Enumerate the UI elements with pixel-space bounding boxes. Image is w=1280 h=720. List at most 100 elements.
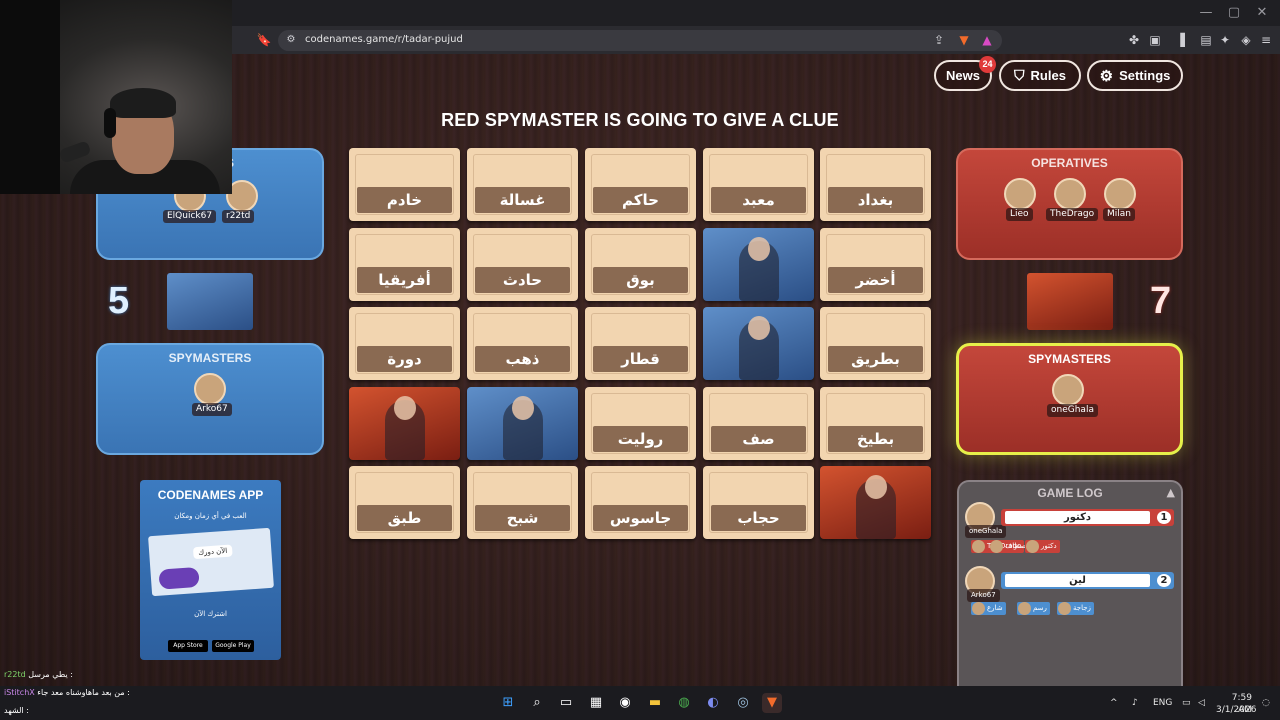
player-name[interactable]: ElQuick67 — [163, 210, 217, 223]
word-card[interactable]: شبح — [467, 466, 578, 539]
news-button[interactable]: News 24 — [934, 56, 996, 91]
word-card[interactable]: حجاب — [703, 466, 814, 539]
chat-user: iStitchX — [4, 688, 35, 697]
word-card[interactable]: بغداد — [820, 148, 931, 221]
word-card[interactable]: ذهب — [467, 307, 578, 380]
word-card[interactable]: معبد — [703, 148, 814, 221]
word-card[interactable]: حاكم — [585, 148, 696, 221]
card-word: ذهب — [475, 346, 570, 372]
discord-icon[interactable]: ◐ — [703, 693, 723, 713]
search-icon[interactable]: ⌕ — [527, 693, 547, 713]
extensions-icon[interactable]: ✤ — [1125, 31, 1143, 49]
close-icon[interactable]: ✕ — [1252, 4, 1272, 22]
chat-line: iStitchX من بعد ماهاوشناه معد جاء : — [4, 687, 130, 698]
collapse-chevron-icon[interactable]: ▲ — [1167, 486, 1175, 499]
minimize-icon[interactable]: — — [1196, 4, 1216, 22]
gear-icon: ⚙ — [1099, 67, 1114, 85]
app-store-badge[interactable]: App Store — [168, 640, 208, 652]
menu-icon[interactable]: ≡ — [1257, 31, 1275, 49]
word-card[interactable]: بوق — [585, 228, 696, 301]
agent-head — [393, 396, 416, 420]
task-view-icon[interactable]: ▭ — [556, 693, 576, 713]
start-icon[interactable]: ⊞ — [498, 693, 518, 713]
player-name[interactable]: TheDrago — [1046, 208, 1099, 221]
card-word: طبق — [357, 505, 452, 531]
avatar — [194, 373, 226, 405]
card-word: خادم — [357, 187, 452, 213]
agent-head — [747, 237, 770, 261]
news-count-badge: 24 — [979, 56, 996, 73]
bookmark-icon: ⛉ — [1014, 67, 1025, 83]
settings-label: Settings — [1119, 68, 1171, 83]
brave-shield-icon[interactable]: ▼ — [955, 31, 973, 49]
player-name[interactable]: r22td — [222, 210, 255, 223]
vpn-icon[interactable]: ◈ — [1237, 31, 1255, 49]
card-word: حاكم — [593, 187, 688, 213]
language-indicator[interactable]: ENG — [1153, 697, 1172, 709]
wallet-icon[interactable]: ▤ — [1197, 31, 1215, 49]
red-agent-card — [1027, 273, 1113, 330]
settings-button[interactable]: ⚙ Settings — [1087, 60, 1183, 91]
player-name[interactable]: Lieo — [1006, 208, 1033, 221]
card-word: أفريقيا — [357, 267, 452, 293]
word-card[interactable]: بطيخ — [820, 387, 931, 460]
card-word: حجاب — [711, 505, 806, 531]
chat-text: من بعد ماهاوشناه معد جاء : — [37, 688, 130, 697]
codenames-app-ad[interactable]: CODENAMES APP العب في أي زمان ومكان الآن… — [140, 480, 281, 660]
notification-icon[interactable]: ◌ — [1262, 697, 1270, 709]
card-word: دورة — [357, 346, 452, 372]
word-card[interactable]: خادم — [349, 148, 460, 221]
word-card[interactable]: قطار — [585, 307, 696, 380]
log-player-name: oneGhala — [965, 525, 1007, 538]
store-icon[interactable]: ▦ — [586, 693, 606, 713]
google-play-badge[interactable]: Google Play — [212, 640, 254, 652]
app-ad-cta: اشترك الآن — [194, 610, 227, 618]
rewards-icon[interactable]: ▲ — [978, 31, 996, 49]
player-name[interactable]: Milan — [1103, 208, 1135, 221]
site-info-icon[interactable]: ⚙ — [282, 31, 300, 49]
sidebar-icon[interactable]: ▌ — [1176, 31, 1194, 49]
word-card[interactable]: جاسوس — [585, 466, 696, 539]
maximize-icon[interactable]: ▢ — [1224, 4, 1244, 22]
steam-icon[interactable]: ◎ — [733, 693, 753, 713]
app-ad-title: CODENAMES APP — [157, 488, 264, 502]
chat-user: r22td — [4, 670, 26, 679]
word-card[interactable]: روليت — [585, 387, 696, 460]
card-word: أخضر — [828, 267, 923, 293]
clock-date[interactable]: 3/1/2026 — [1216, 704, 1256, 716]
word-card[interactable]: أفريقيا — [349, 228, 460, 301]
obs-icon[interactable]: ◉ — [615, 693, 635, 713]
chat-text: الشهد : — [4, 706, 29, 715]
chat-line: الشهد : — [4, 705, 29, 716]
share-icon[interactable]: ⇪ — [930, 31, 948, 49]
volume-icon[interactable]: ◁ — [1198, 697, 1205, 709]
word-card[interactable]: حادث — [467, 228, 578, 301]
tray-chevron-icon[interactable]: ^ — [1110, 697, 1118, 709]
bookmark-icon[interactable]: 🔖 — [255, 31, 273, 49]
word-card[interactable]: بطريق — [820, 307, 931, 380]
rules-button[interactable]: ⛉ Rules — [999, 60, 1081, 91]
word-card[interactable]: صف — [703, 387, 814, 460]
tab-icon[interactable]: ▣ — [1146, 31, 1164, 49]
word-card[interactable]: طبق — [349, 466, 460, 539]
blue-agent-card — [703, 307, 814, 380]
network-icon[interactable]: ▭ — [1182, 697, 1191, 709]
log-guess-word: دكتور — [1025, 540, 1060, 553]
leo-icon[interactable]: ✦ — [1216, 31, 1234, 49]
microphone-icon — [58, 140, 92, 164]
player-name[interactable]: oneGhala — [1047, 404, 1098, 417]
log-clue-number: 1 — [1157, 511, 1171, 524]
url-text[interactable]: codenames.game/r/tadar-pujud — [305, 33, 463, 47]
word-card[interactable]: غسالة — [467, 148, 578, 221]
brave-icon[interactable]: ▼ — [762, 693, 782, 713]
player-name[interactable]: Arko67 — [192, 403, 232, 416]
card-word: روليت — [593, 426, 688, 452]
avatar — [1104, 178, 1136, 210]
red-operatives-title: OPERATIVES — [1031, 156, 1108, 170]
word-card[interactable]: دورة — [349, 307, 460, 380]
mic-tray-icon[interactable]: ♪ — [1132, 697, 1138, 709]
file-explorer-icon[interactable]: ▬ — [645, 693, 665, 713]
blue-spymasters-panel: SPYMASTERS Arko67 — [96, 343, 324, 455]
chrome-icon[interactable]: ◍ — [674, 693, 694, 713]
word-card[interactable]: أخضر — [820, 228, 931, 301]
